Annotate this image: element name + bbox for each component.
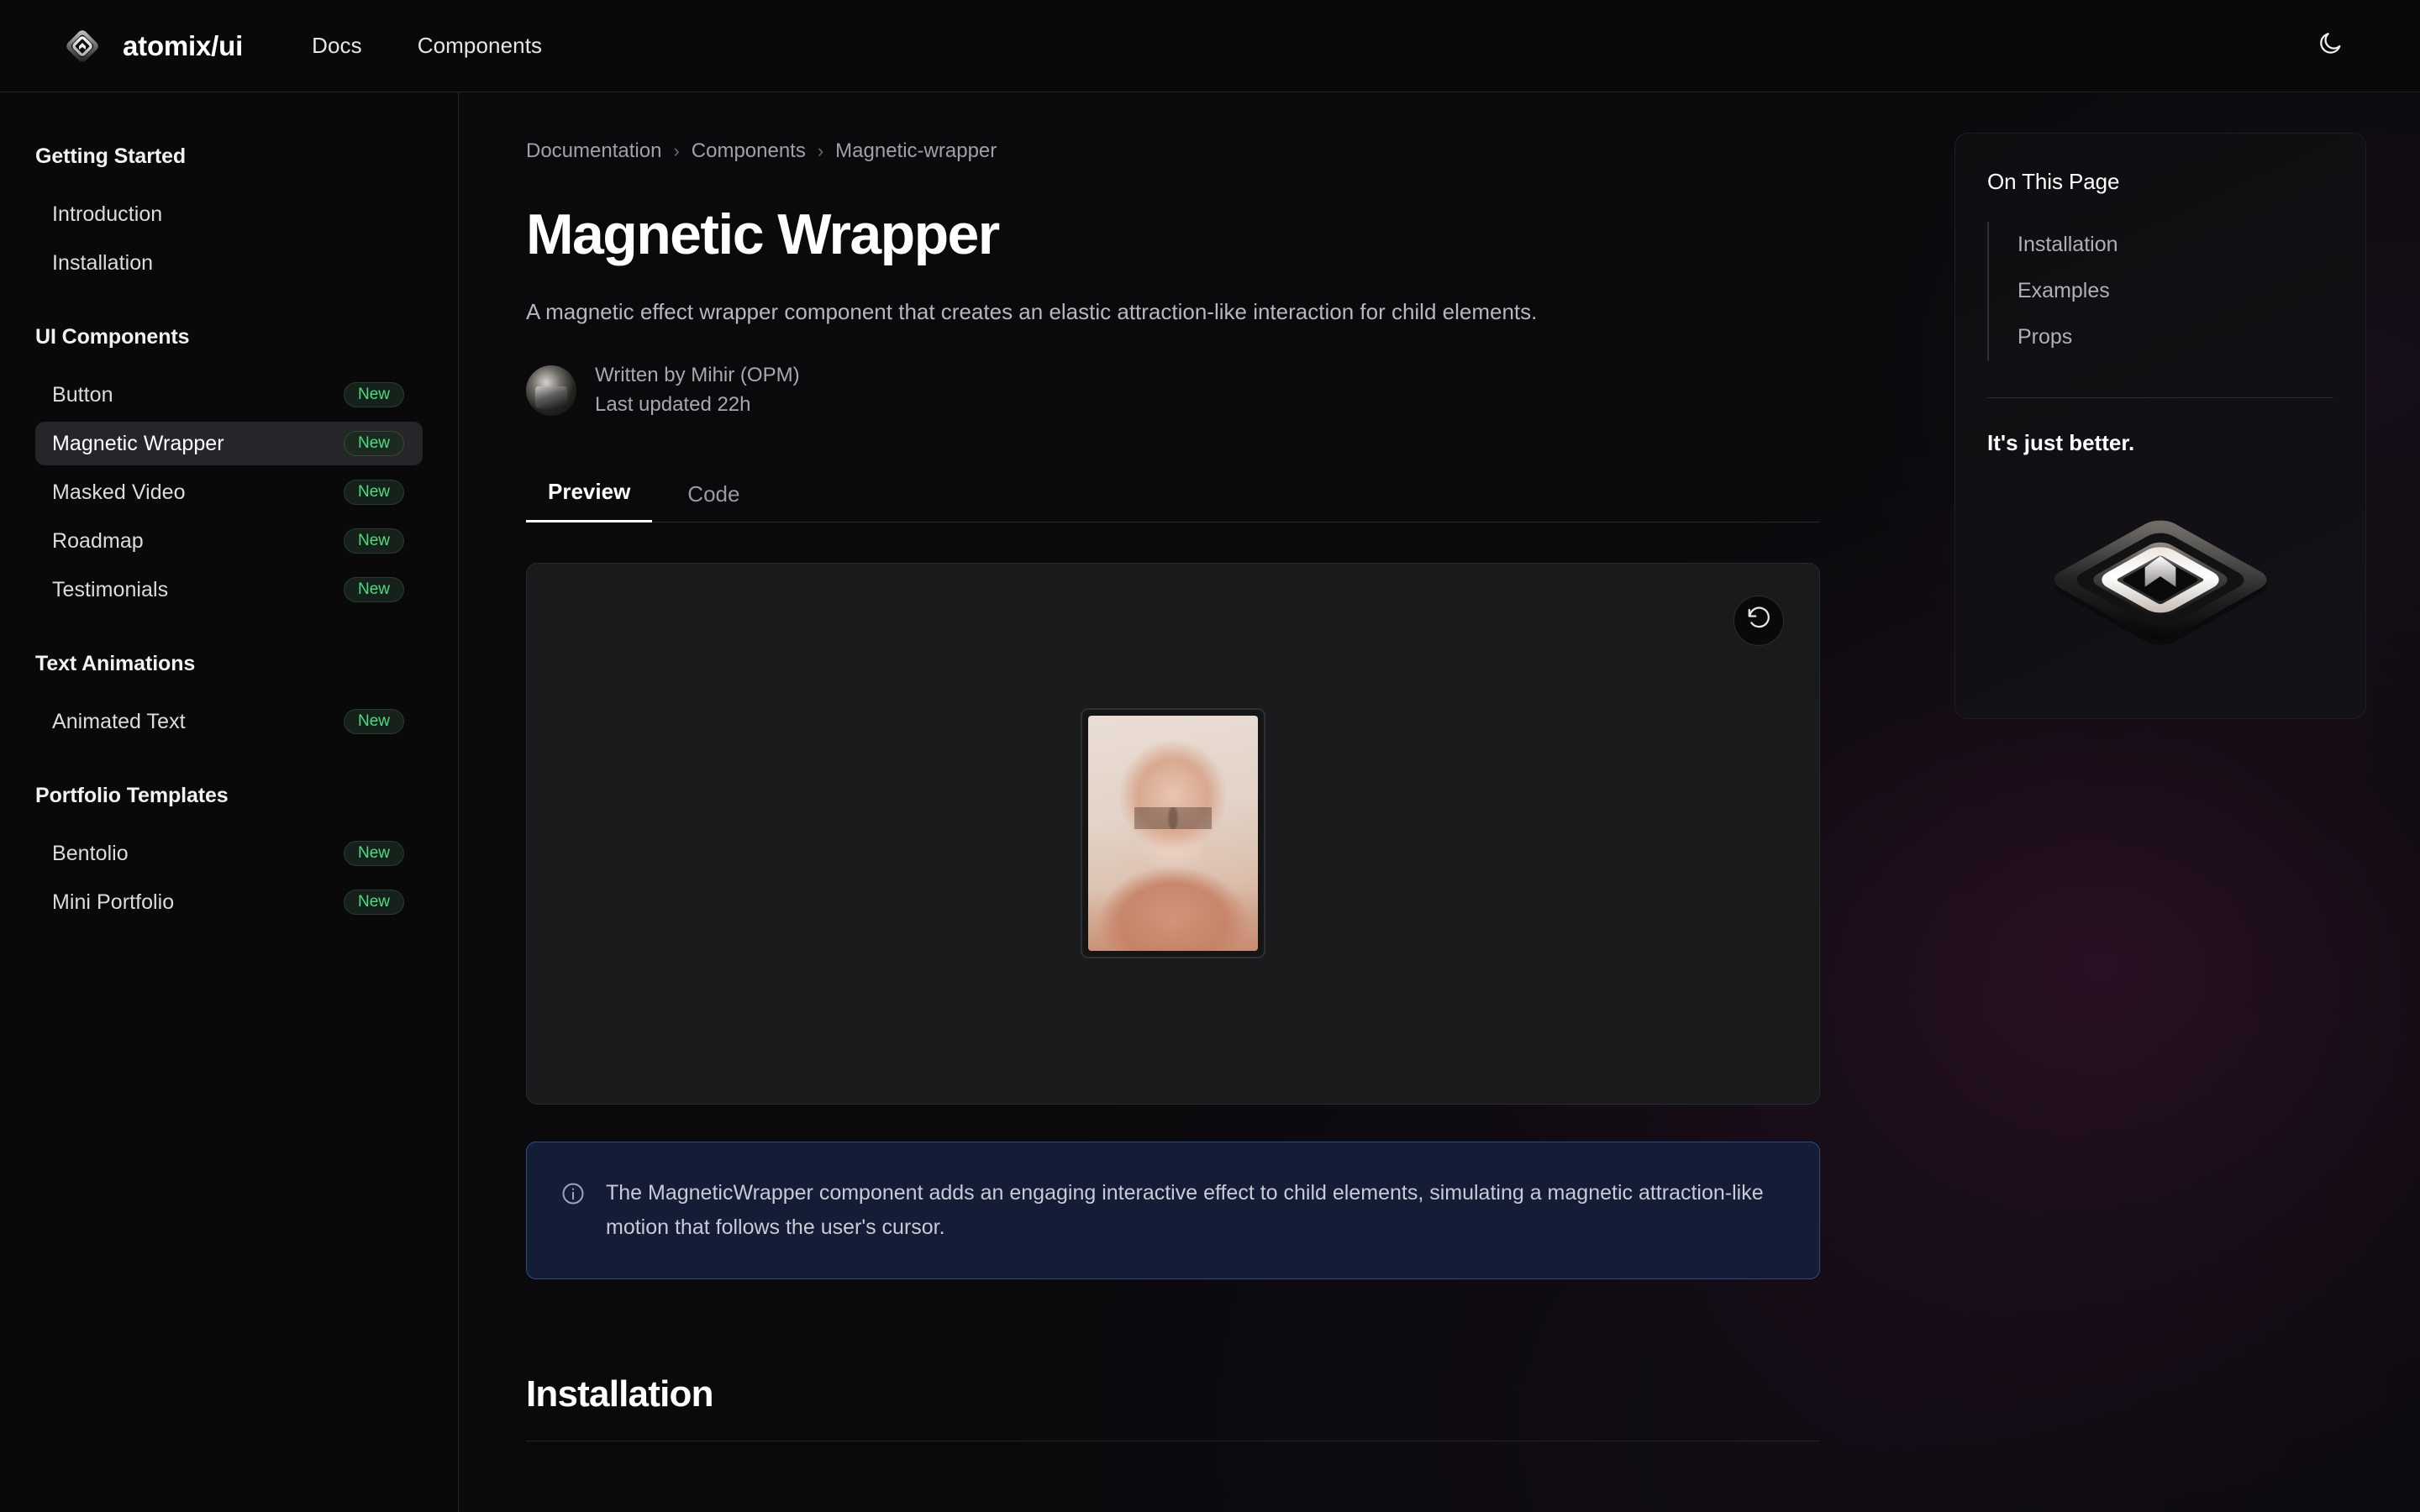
sidebar-group-title: Portfolio Templates <box>35 784 229 807</box>
sidebar-item-installation[interactable]: Installation <box>35 241 423 285</box>
last-updated: Last updated 22h <box>595 392 751 416</box>
badge-new: New <box>343 841 404 866</box>
primary-nav: Docs Components <box>312 33 542 59</box>
on-this-page-card: On This Page Installation Examples Props… <box>1954 133 2366 719</box>
nav-link-docs[interactable]: Docs <box>312 33 362 59</box>
toc-item-examples[interactable]: Examples <box>2018 268 2333 314</box>
author-name: Written by Mihir (OPM) <box>595 364 800 387</box>
tab-preview[interactable]: Preview <box>526 479 653 522</box>
info-circle-icon <box>560 1176 586 1210</box>
sidebar-item-roadmap[interactable]: Roadmap New <box>35 519 423 563</box>
sidebar-item-label: Introduction <box>52 202 163 226</box>
toc-item-props[interactable]: Props <box>2018 314 2333 360</box>
on-this-page-list: Installation Examples Props <box>1987 222 2333 360</box>
badge-new: New <box>343 709 404 734</box>
atomix-3d-logo-icon <box>1987 468 2333 678</box>
nav-link-components[interactable]: Components <box>418 33 542 59</box>
breadcrumb-item-current[interactable]: Magnetic-wrapper <box>835 139 997 163</box>
top-navigation-bar: atomix/ui Docs Components <box>0 0 2420 92</box>
sidebar-item-testimonials[interactable]: Testimonials New <box>35 568 423 612</box>
portrait-photo <box>1088 716 1258 952</box>
badge-new: New <box>343 431 404 456</box>
sidebar-item-label: Installation <box>52 250 154 275</box>
right-rail: On This Page Installation Examples Props… <box>1954 92 2420 1512</box>
sidebar-item-mini-portfolio[interactable]: Mini Portfolio New <box>35 880 423 924</box>
sidebar-group-title: Getting Started <box>35 144 187 168</box>
main-content: Documentation › Components › Magnetic-wr… <box>459 92 1954 1512</box>
info-callout: The MagneticWrapper component adds an en… <box>526 1141 1820 1279</box>
left-sidebar: Getting Started Introduction Installatio… <box>0 92 459 1512</box>
author-row: Written by Mihir (OPM) Last updated 22h <box>526 364 1954 417</box>
sidebar-item-introduction[interactable]: Introduction <box>35 192 423 236</box>
sidebar-item-label: Magnetic Wrapper <box>52 431 224 455</box>
sidebar-item-button[interactable]: Button New <box>35 373 423 417</box>
author-avatar <box>526 365 576 416</box>
sidebar-group-text-animations: Text Animations Animated Text New <box>35 652 423 743</box>
toc-item-installation[interactable]: Installation <box>2018 222 2333 268</box>
magnetic-wrapper-target[interactable] <box>1081 708 1265 959</box>
sidebar-item-label: Mini Portfolio <box>52 890 175 914</box>
page-subtitle: A magnetic effect wrapper component that… <box>526 299 1538 325</box>
sidebar-item-label: Roadmap <box>52 528 144 553</box>
sidebar-group-ui-components: UI Components Button New Magnetic Wrappe… <box>35 325 423 612</box>
sidebar-item-magnetic-wrapper[interactable]: Magnetic Wrapper New <box>35 422 423 465</box>
breadcrumb-item-components[interactable]: Components <box>692 139 806 163</box>
tab-code[interactable]: Code <box>666 481 761 522</box>
sidebar-item-label: Bentolio <box>52 841 129 865</box>
atomix-diamond-logo-icon <box>60 24 104 68</box>
sidebar-item-label: Animated Text <box>52 709 186 733</box>
section-heading-installation: Installation <box>526 1373 713 1415</box>
info-callout-text: The MagneticWrapper component adds an en… <box>606 1180 1764 1239</box>
badge-new: New <box>343 577 404 602</box>
sidebar-group-getting-started: Getting Started Introduction Installatio… <box>35 144 423 285</box>
toc-divider <box>1987 397 2333 398</box>
sidebar-item-label: Masked Video <box>52 480 186 504</box>
badge-new: New <box>343 890 404 915</box>
badge-new: New <box>343 382 404 407</box>
component-preview-panel <box>526 562 1820 1105</box>
theme-toggle-button[interactable] <box>2307 24 2353 69</box>
on-this-page-title: On This Page <box>1987 169 2120 194</box>
sidebar-group-portfolio-templates: Portfolio Templates Bentolio New Mini Po… <box>35 784 423 924</box>
brand-name: atomix/ui <box>123 29 244 61</box>
reset-preview-button[interactable] <box>1733 595 1784 646</box>
author-meta: Written by Mihir (OPM) Last updated 22h <box>595 364 800 417</box>
chevron-right-icon: › <box>673 140 680 161</box>
rotate-ccw-icon <box>1746 606 1771 635</box>
badge-new: New <box>343 528 404 554</box>
sidebar-item-bentolio[interactable]: Bentolio New <box>35 832 423 875</box>
page-title: Magnetic Wrapper <box>526 202 1000 266</box>
promo-title: It's just better. <box>1987 430 2135 455</box>
badge-new: New <box>343 480 404 505</box>
brand[interactable]: atomix/ui <box>60 24 243 68</box>
sidebar-item-label: Testimonials <box>52 577 169 601</box>
breadcrumb: Documentation › Components › Magnetic-wr… <box>526 139 1954 163</box>
tab-bar: Preview Code <box>526 478 1820 522</box>
moon-icon <box>2317 30 2344 61</box>
sidebar-item-animated-text[interactable]: Animated Text New <box>35 700 423 743</box>
sidebar-item-label: Button <box>52 382 113 407</box>
chevron-right-icon: › <box>817 140 824 161</box>
sidebar-item-masked-video[interactable]: Masked Video New <box>35 470 423 514</box>
sidebar-group-title: UI Components <box>35 325 190 349</box>
breadcrumb-item-documentation[interactable]: Documentation <box>526 139 661 163</box>
sidebar-group-title: Text Animations <box>35 652 196 675</box>
